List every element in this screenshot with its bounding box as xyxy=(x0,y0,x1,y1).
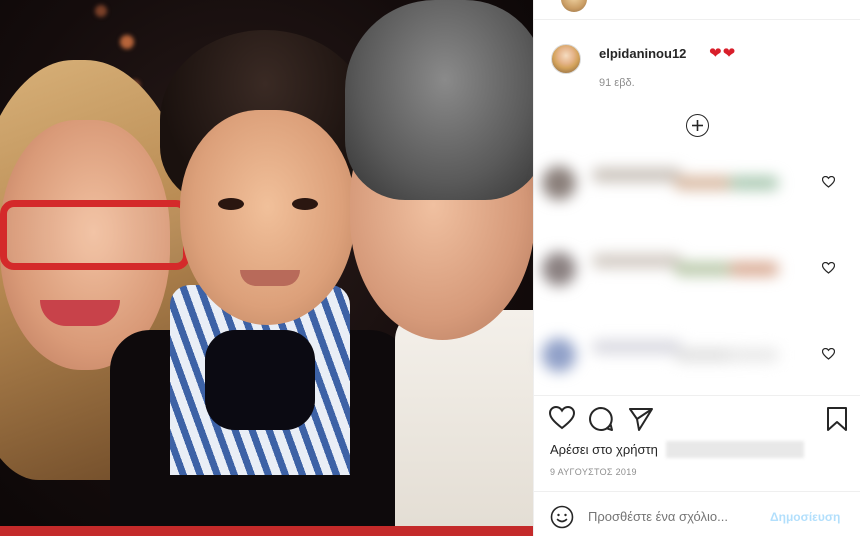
man-shirt xyxy=(395,310,533,536)
avatar[interactable] xyxy=(551,44,581,74)
comment-text-blurred xyxy=(729,176,779,190)
save-button[interactable] xyxy=(826,406,848,437)
comment-content-blurred xyxy=(534,326,799,384)
paper-plane-icon xyxy=(629,408,653,431)
username-link[interactable]: elpidaninou12 xyxy=(599,46,686,61)
action-bar xyxy=(534,395,860,445)
boy-smile xyxy=(240,270,300,286)
smiley-icon xyxy=(550,505,574,529)
comment-text-blurred xyxy=(592,254,682,268)
add-comment-bar: Δημοσίευση xyxy=(534,491,860,536)
comment-item xyxy=(534,150,860,216)
comment-text-blurred xyxy=(729,262,779,276)
heart-outline-icon xyxy=(821,261,836,274)
comment-avatar xyxy=(542,338,576,372)
heart-outline-icon xyxy=(821,175,836,188)
comment-content-blurred xyxy=(534,240,799,298)
emoji-button[interactable] xyxy=(550,505,574,534)
heart-outline-icon xyxy=(548,405,576,430)
comment-avatar xyxy=(542,166,576,200)
bokeh-light xyxy=(120,35,134,49)
post-age[interactable]: 91 εβδ. xyxy=(599,77,635,89)
caption-text: ❤❤ xyxy=(709,45,737,62)
boy-face xyxy=(180,110,355,325)
post-photo[interactable] xyxy=(0,0,533,536)
comment-text-blurred xyxy=(729,348,779,362)
plus-circle-icon xyxy=(692,120,703,131)
header-avatar[interactable] xyxy=(561,0,587,12)
comment-icon xyxy=(589,407,613,431)
comment-text-blurred xyxy=(674,176,734,190)
boy-bowtie xyxy=(205,330,315,430)
comment-item xyxy=(534,322,860,388)
boy-eye-right xyxy=(292,198,318,210)
comment-like-button[interactable] xyxy=(821,347,836,363)
load-more-comments-button[interactable] xyxy=(686,114,709,137)
comment-text-blurred xyxy=(592,168,682,182)
likes-user-blurred xyxy=(666,441,804,458)
post-caption: elpidaninou12 ❤❤ 91 εβδ. xyxy=(551,44,851,104)
post-header xyxy=(534,0,860,20)
woman-glasses xyxy=(0,200,190,270)
like-button[interactable] xyxy=(548,405,576,435)
comment-input[interactable] xyxy=(588,509,758,524)
comment-like-button[interactable] xyxy=(821,175,836,191)
comment-content-blurred xyxy=(534,154,799,212)
likes-summary[interactable]: Αρέσει στο χρήστη xyxy=(550,442,658,457)
comment-like-button[interactable] xyxy=(821,261,836,277)
bookmark-icon xyxy=(827,407,847,431)
post-date[interactable]: 9 ΑΥΓΟΥΣΤΟΣ 2019 xyxy=(550,467,637,477)
comment-button[interactable] xyxy=(588,406,614,437)
heart-outline-icon xyxy=(821,347,836,360)
comment-item xyxy=(534,236,860,302)
bokeh-light xyxy=(95,5,107,17)
boy-eye-left xyxy=(218,198,244,210)
post-comment-button[interactable]: Δημοσίευση xyxy=(770,510,840,524)
comment-text-blurred xyxy=(674,262,734,276)
post-sidebar: elpidaninou12 ❤❤ 91 εβδ. Αρέσει στο χρήσ… xyxy=(533,0,860,536)
photo-red-border xyxy=(0,526,533,536)
man-hair xyxy=(345,0,533,200)
comment-text-blurred xyxy=(592,340,682,354)
comment-text-blurred xyxy=(674,348,734,362)
share-button[interactable] xyxy=(628,406,654,437)
comment-avatar xyxy=(542,252,576,286)
